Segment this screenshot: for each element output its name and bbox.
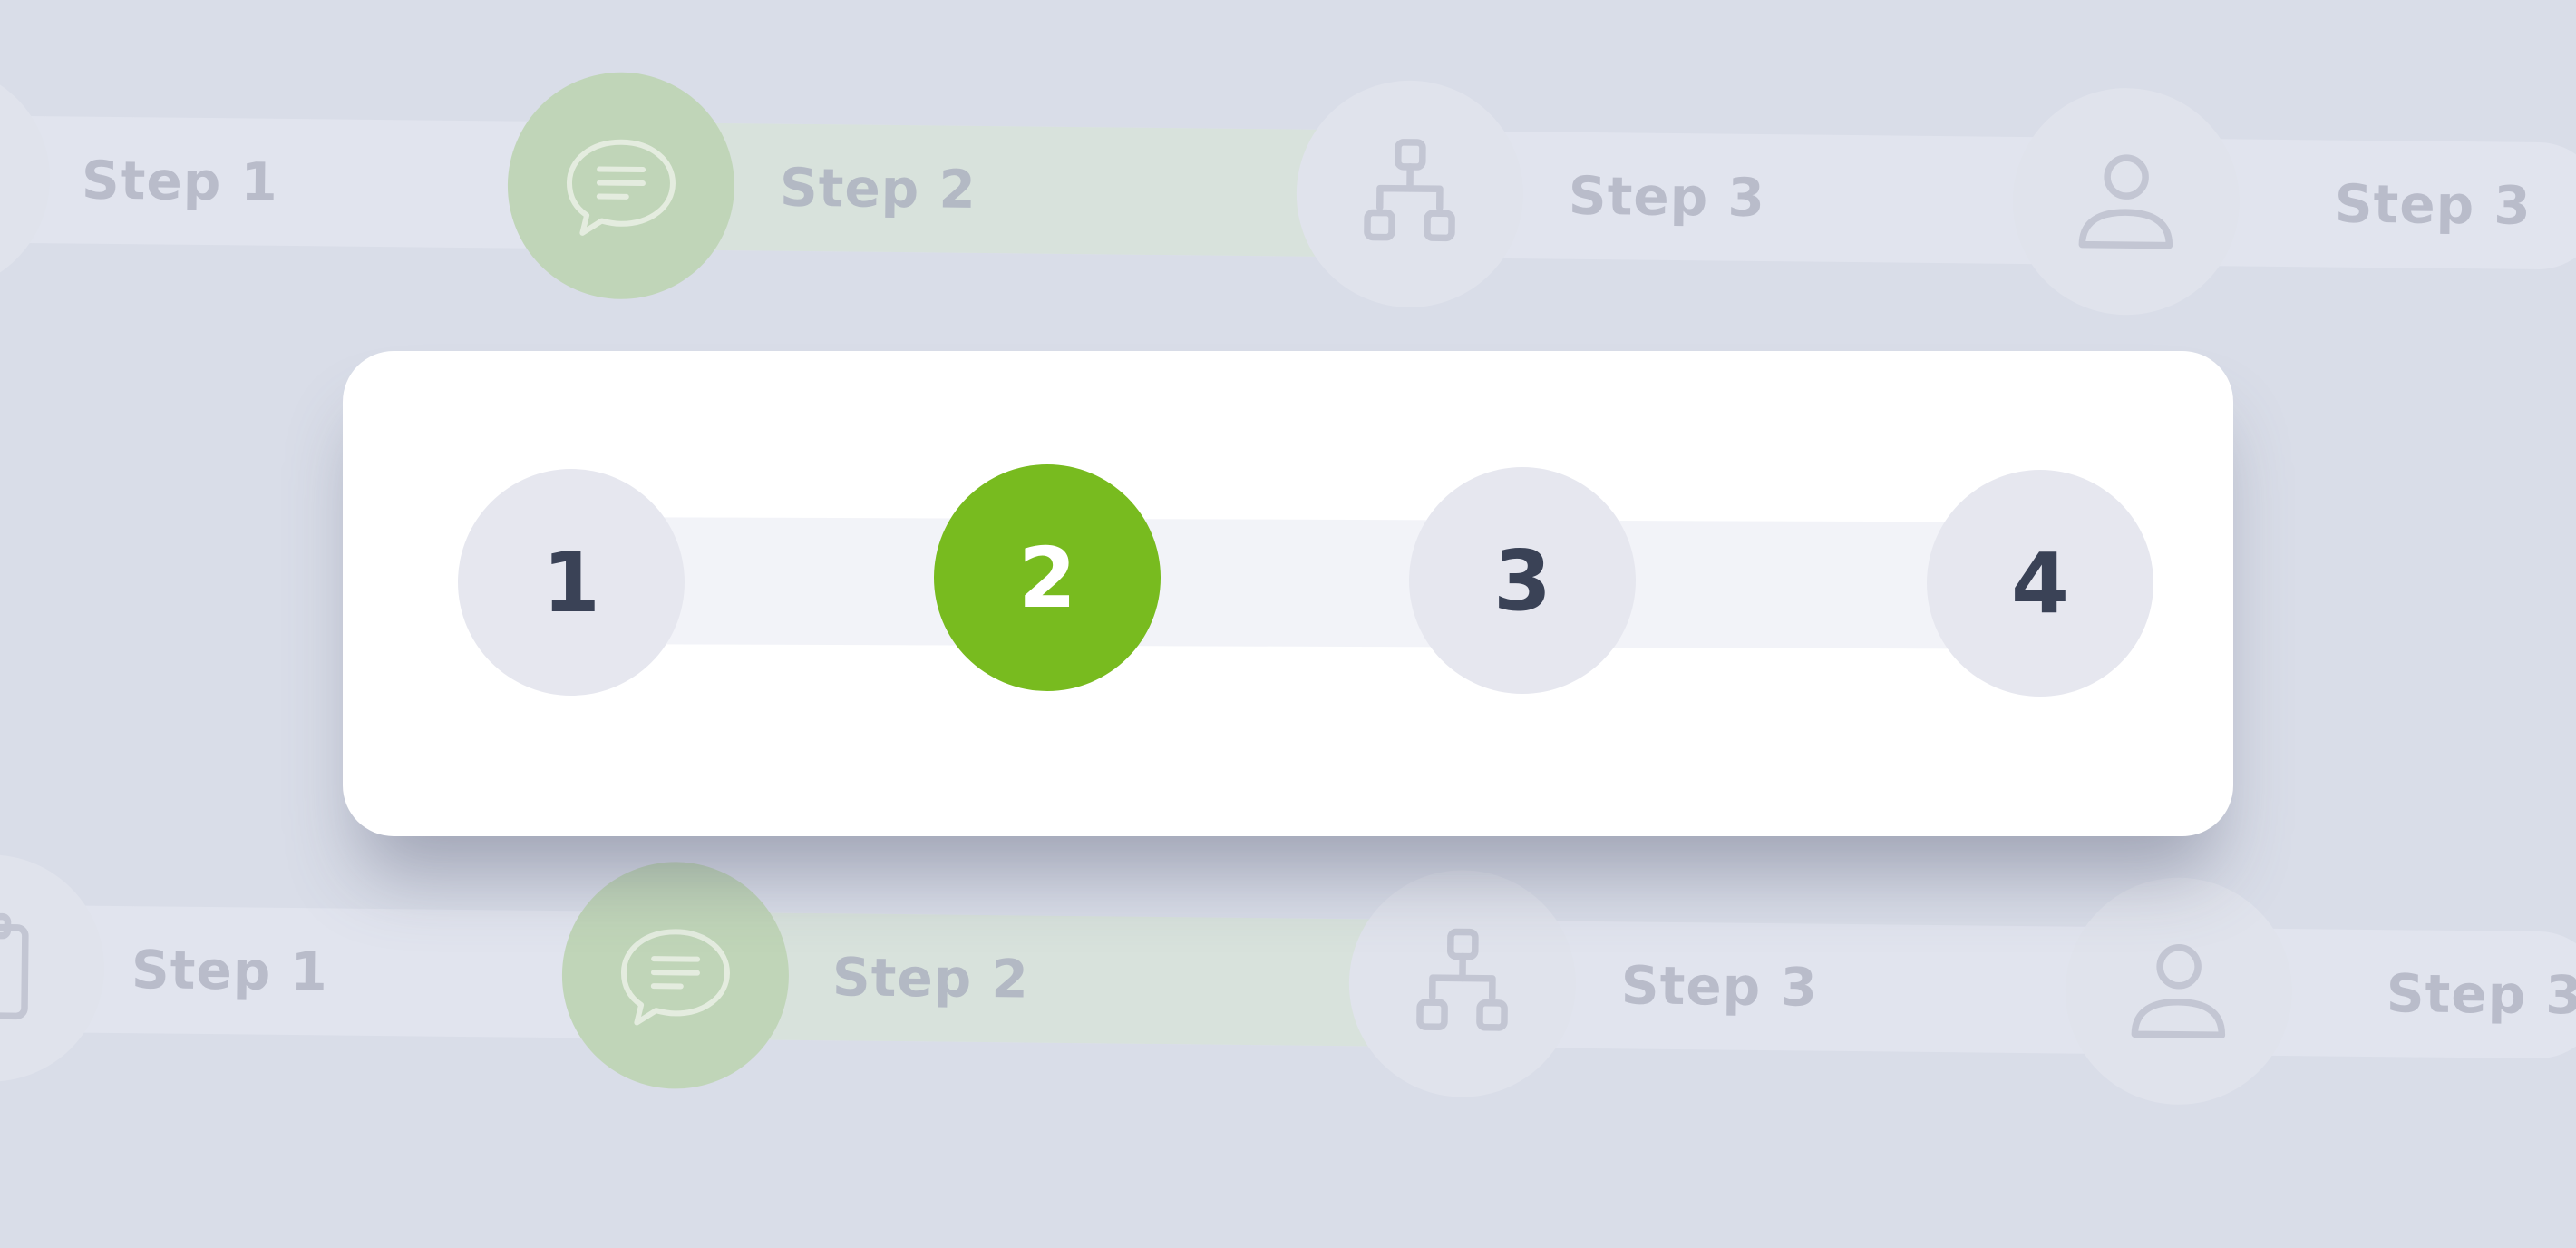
step-2-label: Step 2 [831,946,1030,1010]
step-1-button[interactable]: 1 [458,469,685,696]
clipboard-icon [0,110,5,248]
step-2-node [560,861,791,1090]
user-icon [2131,944,2226,1039]
step-3-label: Step 3 [1620,954,1819,1019]
clipboard-icon [0,912,29,1020]
step-4-label: Step 3 [2334,172,2532,237]
user-icon [2078,154,2173,249]
step-4-label: Step 3 [2386,962,2576,1027]
step-4-button[interactable]: 4 [1927,470,2153,697]
step-3-node [1347,869,1578,1098]
step-2-button[interactable]: 2 [934,464,1161,691]
stepper-track [569,517,2003,649]
chat-icon [566,139,676,236]
step-3-label: Step 3 [1568,164,1766,229]
step-3-button[interactable]: 3 [1409,467,1636,694]
background-stepper-bottom: Step 1 Step 2 Step 3 Step 3 [0,839,2576,1121]
background-stepper-top: Step 1 Step 2 Step 3 Step 3 [0,50,2576,332]
hierarchy-icon [1364,139,1455,242]
step-2-label: Step 2 [779,156,977,220]
step-1-label: Step 1 [81,149,279,213]
step-1-node [0,853,106,1083]
chat-icon [620,929,730,1026]
stepper-card: 1 2 3 4 [343,351,2233,836]
step-2-node [506,71,736,301]
step-1-label: Step 1 [131,939,329,1003]
hierarchy-icon [1416,928,1508,1031]
step-1-node [0,63,52,294]
stepper-showcase: Step 1 Step 2 Step 3 Step 3 Step 1 Step … [0,0,2576,1248]
step-4-node [2011,86,2241,317]
step-3-node [1295,79,1525,309]
step-4-node [2064,876,2294,1107]
